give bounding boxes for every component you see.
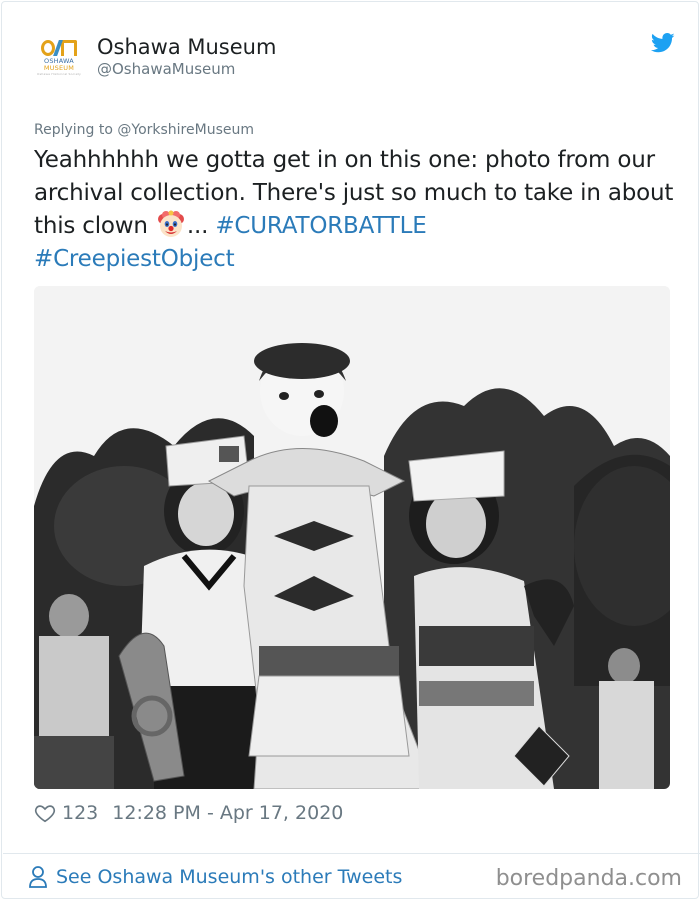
hashtag-curatorbattle[interactable]: #CURATORBATTLE xyxy=(215,213,426,239)
tweet-card: OSHAWA MUSEUM Oshawa Historical Society … xyxy=(1,1,700,899)
archival-clown-photo xyxy=(34,286,670,789)
account-display-name[interactable]: Oshawa Museum xyxy=(97,35,276,59)
like-count[interactable]: 123 xyxy=(62,802,98,824)
twitter-bird-icon[interactable] xyxy=(651,33,675,53)
see-other-tweets-link[interactable]: See Oshawa Museum's other Tweets xyxy=(28,865,402,889)
account-avatar[interactable]: OSHAWA MUSEUM Oshawa Historical Society xyxy=(33,36,85,88)
tweet-body: Yeahhhhhh we gotta get in on this one: p… xyxy=(34,144,674,276)
clown-face-icon xyxy=(156,210,186,240)
tweet-photo[interactable] xyxy=(34,286,670,789)
logo-wordmark: OSHAWA MUSEUM Oshawa Historical Society xyxy=(37,57,81,77)
boredpanda-watermark: boredpanda.com xyxy=(495,866,682,891)
see-other-tweets-label[interactable]: See Oshawa Museum's other Tweets xyxy=(56,866,402,888)
hashtag-creepiestobject[interactable]: #CreepiestObject xyxy=(34,246,235,272)
person-icon xyxy=(29,866,47,888)
tweet-header: OSHAWA MUSEUM Oshawa Historical Society … xyxy=(33,30,675,90)
tweet-text-part2: ... xyxy=(186,213,216,239)
tweet-timestamp[interactable]: 12:28 PM - Apr 17, 2020 xyxy=(112,802,343,824)
footer-divider xyxy=(3,853,700,854)
replying-to-link[interactable]: Replying to @YorkshireMuseum xyxy=(34,122,254,138)
museum-logo-icon xyxy=(41,40,77,56)
tweet-meta: 123 12:28 PM - Apr 17, 2020 xyxy=(34,800,343,826)
account-handle[interactable]: @OshawaMuseum xyxy=(97,60,235,78)
heart-icon[interactable] xyxy=(34,802,56,824)
